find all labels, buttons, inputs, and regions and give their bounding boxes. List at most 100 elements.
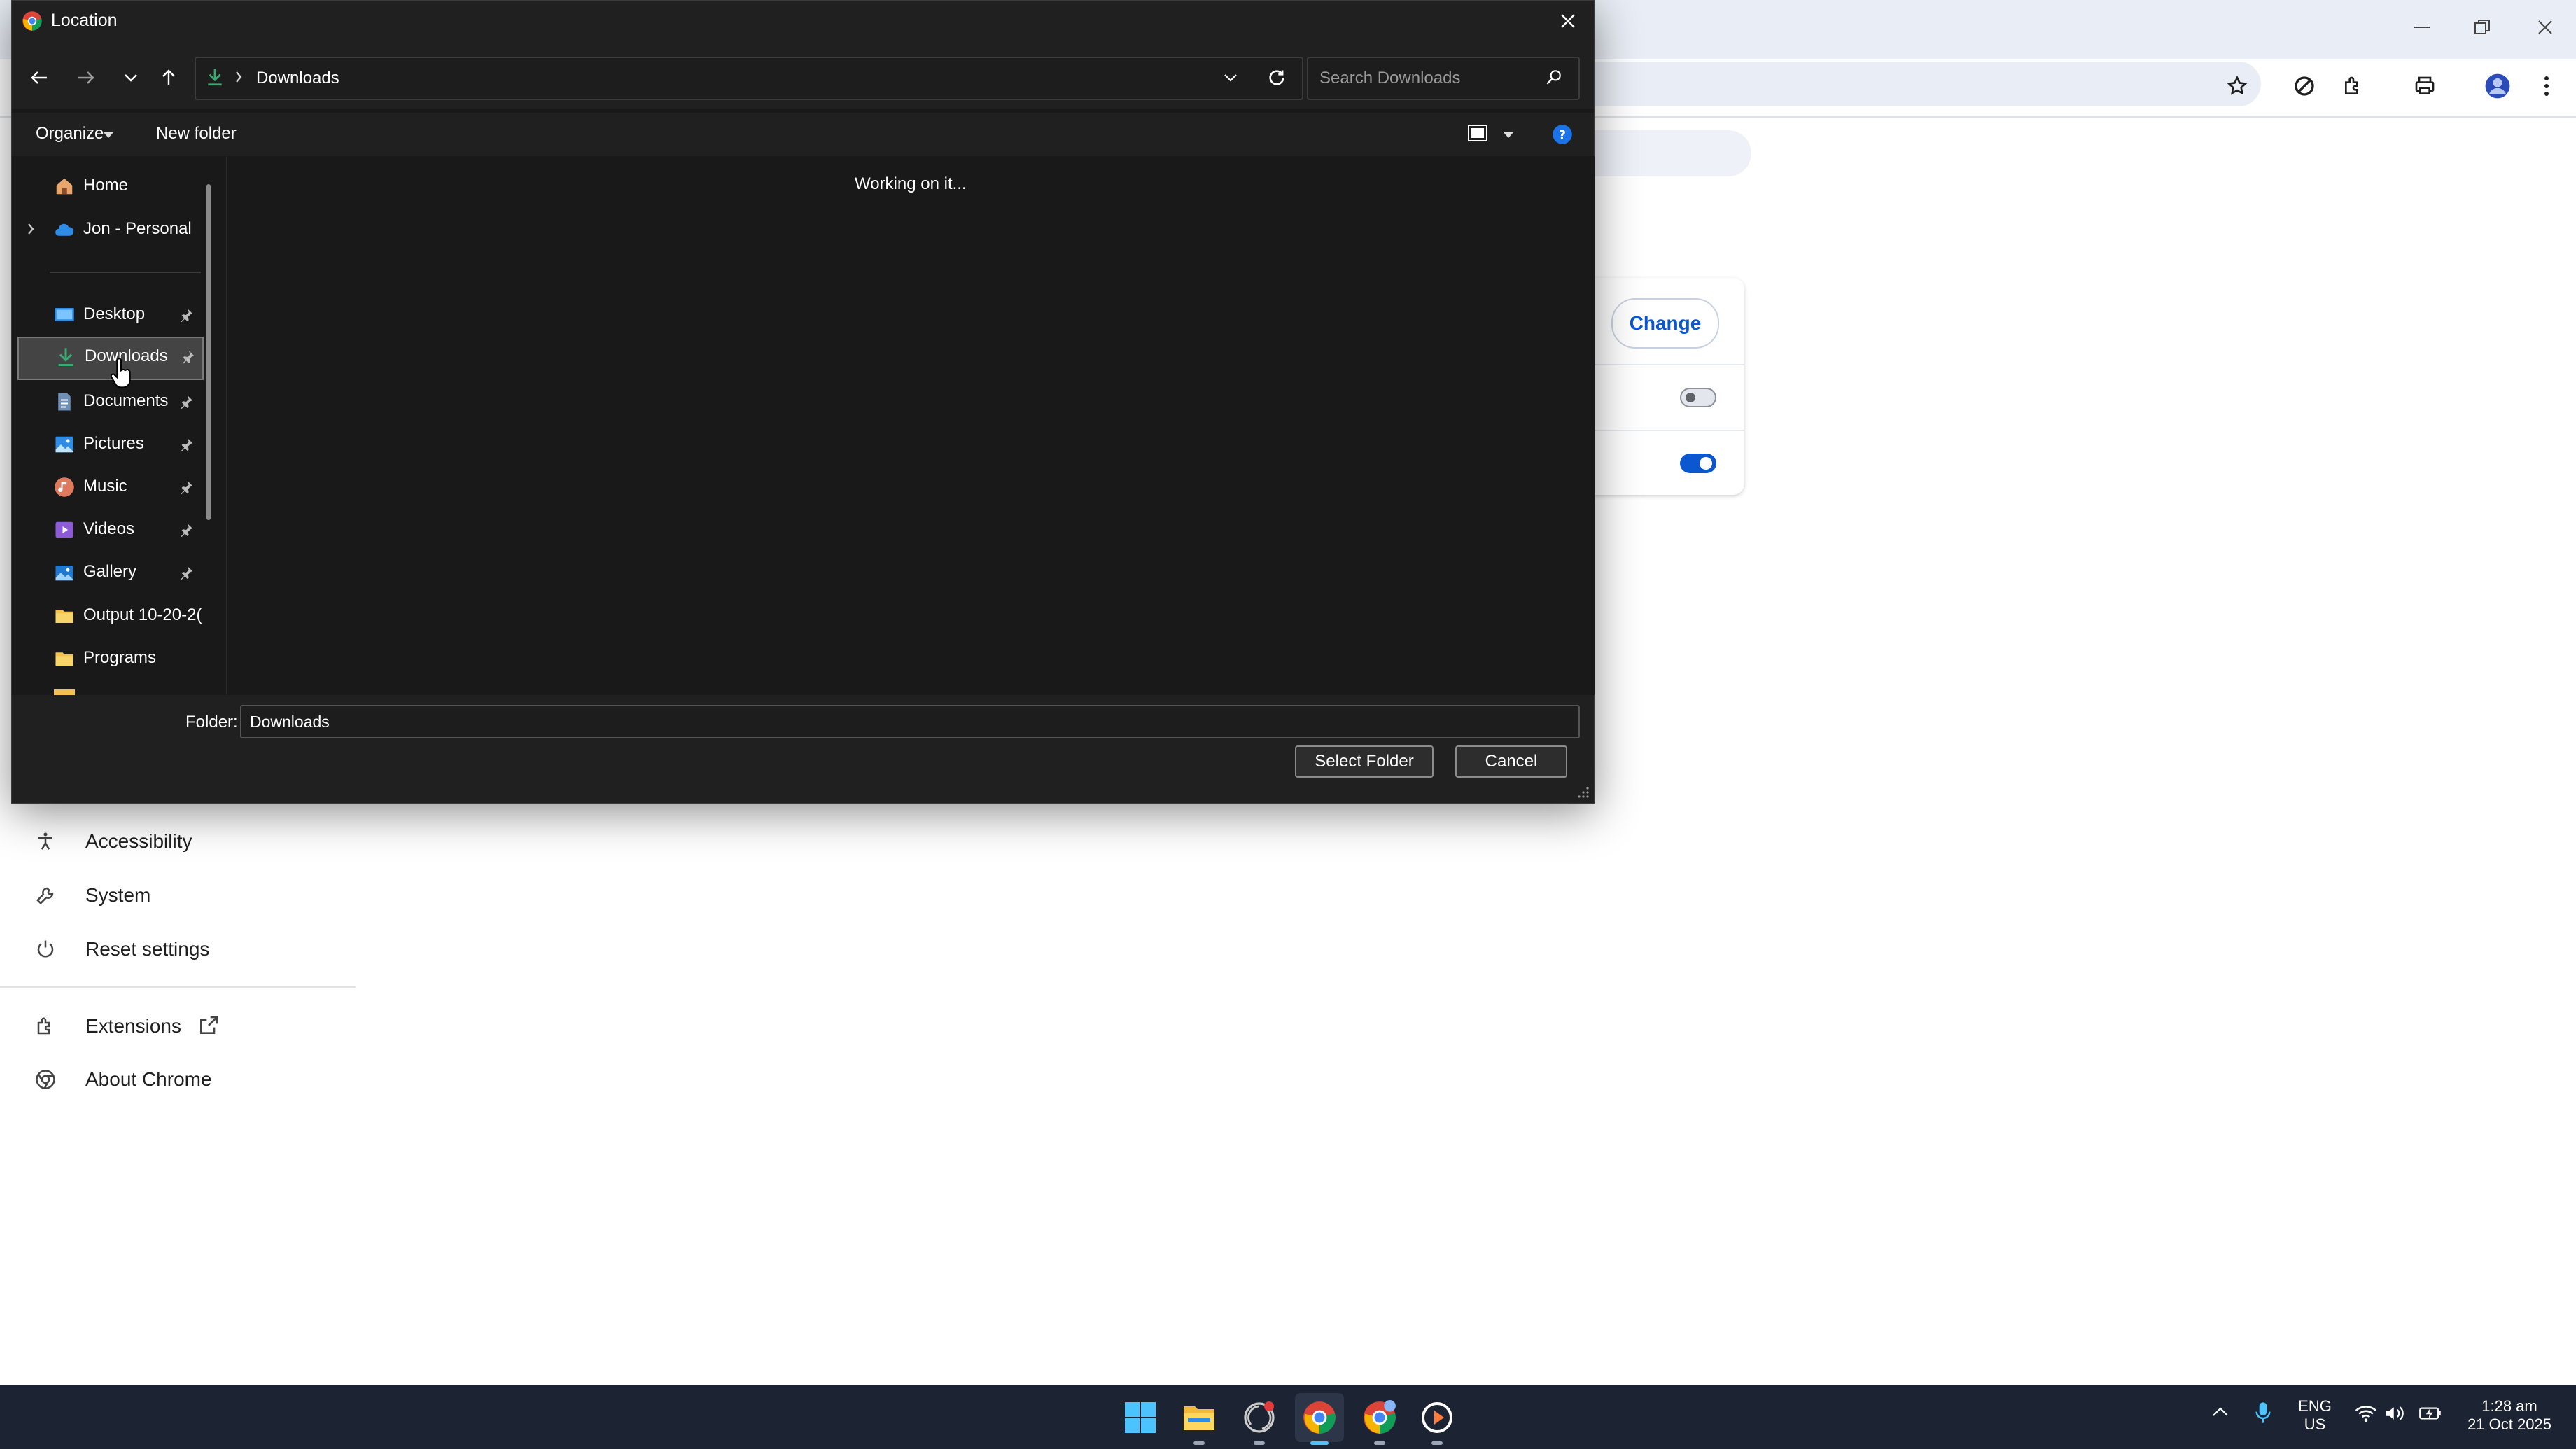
extensions-icon	[34, 1014, 57, 1038]
breadcrumb[interactable]: Downloads	[256, 69, 340, 88]
window-close-button[interactable]	[2524, 10, 2566, 45]
up-button[interactable]	[152, 61, 186, 94]
nav-item-music[interactable]: Music	[12, 467, 215, 507]
nav-item-gallery[interactable]: Gallery	[12, 552, 215, 593]
restore-button[interactable]	[2461, 10, 2503, 45]
search-icon[interactable]	[1545, 68, 1563, 86]
nav-item-label: Desktop	[83, 304, 146, 323]
date-text: 21 Oct 2025	[2468, 1415, 2552, 1433]
bookmark-star-icon[interactable]	[2218, 66, 2257, 106]
sidebar-item-label: Accessibility	[85, 830, 192, 852]
cancel-button[interactable]: Cancel	[1455, 746, 1567, 778]
sidebar-item-extensions[interactable]: Extensions	[0, 1000, 350, 1053]
organize-dropdown-icon[interactable]	[103, 132, 114, 139]
recent-locations-chevron-icon[interactable]	[114, 61, 148, 94]
taskbar	[0, 1385, 2576, 1449]
extensions-puzzle-icon[interactable]	[2334, 66, 2373, 106]
address-bar[interactable]: Downloads	[195, 57, 1303, 100]
new-folder-button[interactable]: New folder	[156, 124, 237, 144]
nav-item-pictures[interactable]: Pictures	[12, 424, 215, 465]
language-text: ENG	[2298, 1397, 2332, 1415]
sidebar-item-about-chrome[interactable]: About Chrome	[0, 1053, 350, 1106]
chrome-taskbar-icon[interactable]	[1295, 1393, 1344, 1445]
folder-icon	[54, 606, 75, 626]
nav-item-label: Pictures	[83, 434, 144, 453]
nav-item-output-folder[interactable]: Output 10-20-2(	[12, 596, 215, 636]
pin-icon	[178, 437, 194, 452]
sidebar-item-label: System	[85, 884, 151, 906]
view-dropdown-icon[interactable]	[1503, 132, 1514, 139]
folder-icon	[54, 690, 75, 695]
sidebar-item-label: Extensions	[85, 1015, 181, 1037]
cloud-icon	[54, 219, 75, 240]
nav-item-label: Programs	[83, 648, 157, 667]
nav-item-videos[interactable]: Videos	[12, 510, 215, 550]
running-indicator	[1254, 1441, 1265, 1445]
file-list-pane	[226, 156, 1595, 695]
folder-icon	[54, 648, 75, 669]
address-bar[interactable]	[1540, 62, 2261, 106]
show-downloads-toggle[interactable]	[1680, 454, 1716, 473]
search-input[interactable]	[1318, 65, 1545, 92]
reset-icon	[34, 937, 57, 961]
back-button[interactable]	[22, 61, 56, 94]
resize-grip-icon[interactable]	[1577, 786, 1590, 799]
videos-icon	[54, 519, 75, 540]
pin-icon	[178, 394, 194, 410]
change-location-button[interactable]: Change	[1611, 298, 1719, 349]
running-indicator	[1432, 1441, 1443, 1445]
dialog-close-button[interactable]	[1552, 5, 1584, 37]
profile-avatar-icon[interactable]	[2478, 66, 2517, 106]
nav-item-label: Output 10-20-2(	[83, 606, 202, 624]
sidebar-item-system[interactable]: System	[0, 869, 350, 922]
organize-menu[interactable]: Organize	[36, 124, 104, 144]
folder-input[interactable]	[248, 710, 1567, 734]
tray-overflow-chevron-icon[interactable]	[2212, 1407, 2229, 1417]
sidebar-item-label: Reset settings	[85, 938, 210, 960]
media-player-icon[interactable]	[1413, 1393, 1462, 1445]
wifi-icon[interactable]	[2355, 1404, 2377, 1422]
refresh-icon[interactable]	[1267, 68, 1287, 88]
minimize-button[interactable]	[2401, 10, 2443, 45]
search-box[interactable]	[1307, 57, 1580, 100]
breadcrumb-chevron-icon	[235, 70, 244, 84]
location-dialog: Location Downloads Org	[11, 0, 1595, 804]
nav-item-home[interactable]: Home	[12, 166, 215, 206]
download-icon	[206, 67, 224, 87]
help-icon[interactable]: ?	[1552, 124, 1573, 145]
clock[interactable]: 1:28 am 21 Oct 2025	[2450, 1397, 2569, 1434]
mouse-cursor-icon	[109, 358, 133, 391]
forward-button[interactable]	[69, 61, 103, 94]
nav-item-label: Documents	[83, 391, 169, 410]
document-icon	[54, 391, 75, 412]
volume-icon[interactable]	[2384, 1404, 2405, 1422]
blocked-icon[interactable]	[2285, 66, 2324, 106]
music-icon	[54, 477, 75, 498]
nav-item-label: Music	[83, 477, 127, 496]
start-button[interactable]	[1116, 1393, 1165, 1442]
expand-chevron-icon[interactable]	[27, 222, 36, 236]
pin-icon	[178, 307, 194, 323]
ask-where-to-save-toggle[interactable]	[1680, 388, 1716, 407]
file-explorer-icon[interactable]	[1175, 1393, 1224, 1445]
view-options-icon[interactable]	[1468, 124, 1489, 142]
microphone-icon[interactable]	[2255, 1401, 2271, 1424]
select-folder-button[interactable]: Select Folder	[1295, 746, 1434, 778]
dialog-titlebar	[12, 1, 1594, 41]
nav-item-jon-personal[interactable]: Jon - Personal	[12, 209, 215, 250]
chrome-profile-taskbar-icon[interactable]	[1355, 1393, 1404, 1445]
input-language[interactable]: ENG US	[2297, 1397, 2332, 1434]
app-icon[interactable]	[1235, 1393, 1284, 1445]
chrome-menu-icon[interactable]	[2527, 66, 2566, 106]
address-dropdown-icon[interactable]	[1224, 74, 1238, 82]
nav-scrollbar[interactable]	[206, 184, 211, 520]
folder-field[interactable]	[240, 705, 1580, 738]
sidebar-item-accessibility[interactable]: Accessibility	[0, 815, 350, 868]
nav-item-label: Videos	[83, 519, 134, 538]
nav-item-desktop[interactable]: Desktop	[12, 295, 215, 335]
dialog-title: Location	[51, 10, 118, 30]
nav-item-programs[interactable]: Programs	[12, 638, 215, 679]
sidebar-item-reset-settings[interactable]: Reset settings	[0, 923, 350, 976]
print-icon[interactable]	[2405, 66, 2444, 106]
battery-icon[interactable]	[2419, 1406, 2442, 1421]
